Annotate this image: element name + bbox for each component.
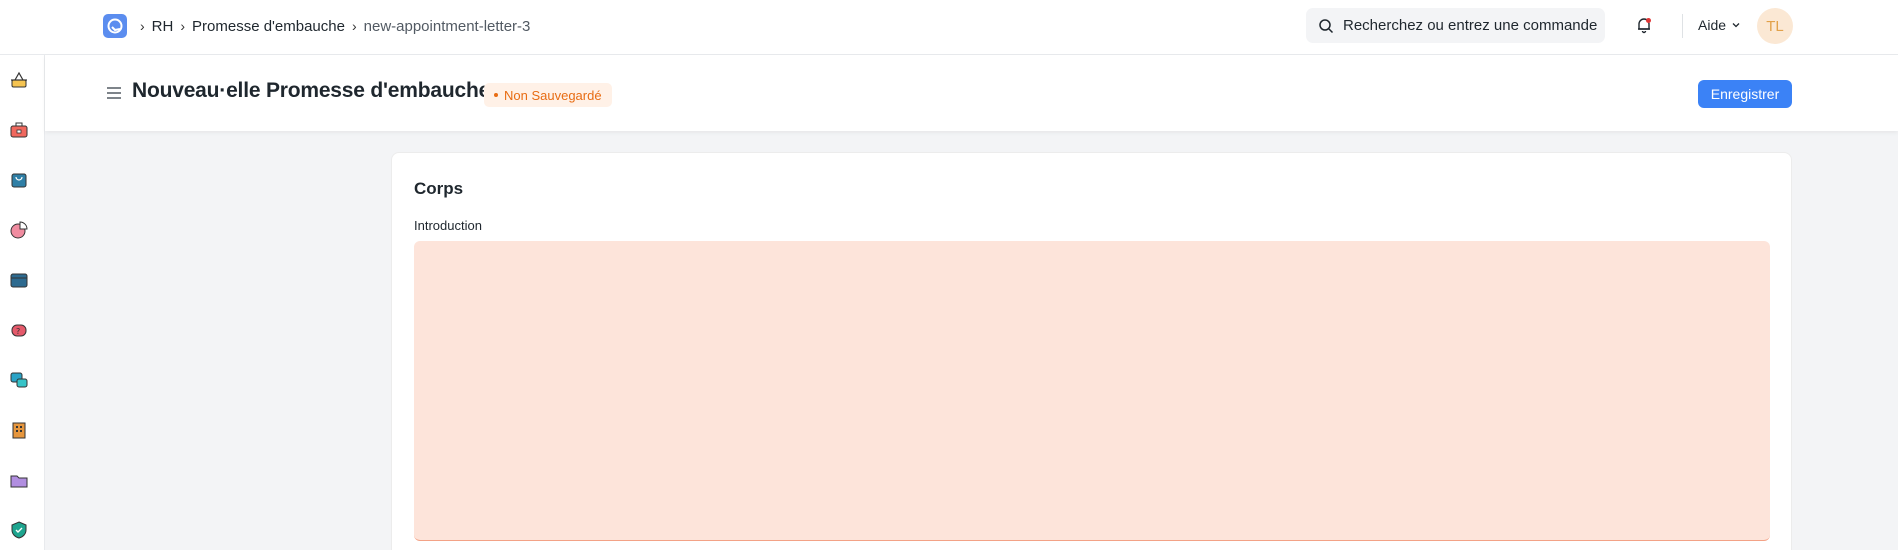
building-icon[interactable]: [9, 420, 29, 440]
help-dropdown[interactable]: Aide: [1698, 17, 1741, 33]
page-head: Nouveau·elle Promesse d'embauche Non Sau…: [45, 55, 1898, 131]
save-button[interactable]: Enregistrer: [1698, 80, 1792, 108]
introduction-label: Introduction: [414, 218, 482, 233]
breadcrumb-item-current: new-appointment-letter-3: [363, 17, 531, 35]
avatar[interactable]: TL: [1757, 8, 1793, 44]
top-navbar: › RH › Promesse d'embauche › new-appoint…: [0, 0, 1898, 55]
menu-icon[interactable]: [106, 86, 122, 100]
svg-text:?: ?: [16, 327, 20, 336]
chevron-right-icon: ›: [140, 18, 145, 34]
status-dot-icon: [494, 93, 498, 97]
introduction-editor[interactable]: [414, 241, 1770, 541]
app-logo-icon[interactable]: [103, 14, 127, 38]
breadcrumb: › RH › Promesse d'embauche › new-appoint…: [140, 16, 530, 36]
headset-icon[interactable]: ?: [9, 320, 29, 340]
section-title: Corps: [414, 179, 464, 198]
form-section-card: Corps Introduction: [391, 152, 1792, 550]
folder-icon[interactable]: [9, 470, 29, 490]
status-label: Non Sauvegardé: [504, 87, 602, 103]
basket-icon[interactable]: [9, 70, 29, 90]
page-title: Nouveau·elle Promesse d'embauche: [132, 79, 491, 102]
breadcrumb-item-rh[interactable]: RH: [152, 18, 174, 35]
chat-icon[interactable]: [9, 370, 29, 390]
search-input[interactable]: Recherchez ou entrez une commande: [1306, 8, 1605, 43]
search-placeholder: Recherchez ou entrez une commande: [1343, 17, 1598, 34]
wallet-icon[interactable]: [9, 270, 29, 290]
chevron-right-icon: ›: [351, 18, 357, 34]
chevron-down-icon: [1732, 23, 1740, 28]
toolbox-icon[interactable]: [9, 120, 29, 140]
breadcrumb-item-doctype[interactable]: Promesse d'embauche: [192, 18, 345, 35]
chevron-right-icon: ›: [180, 18, 186, 34]
notification-bell-icon[interactable]: [1635, 16, 1653, 34]
navbar-divider: [1682, 14, 1683, 38]
shield-icon[interactable]: [9, 520, 29, 540]
sidebar: ?: [0, 55, 45, 550]
pie-chart-icon[interactable]: [9, 220, 29, 240]
status-badge: Non Sauvegardé: [484, 83, 612, 107]
shopping-bag-icon[interactable]: [9, 170, 29, 190]
search-icon: [1319, 18, 1334, 33]
help-label: Aide: [1698, 17, 1727, 33]
